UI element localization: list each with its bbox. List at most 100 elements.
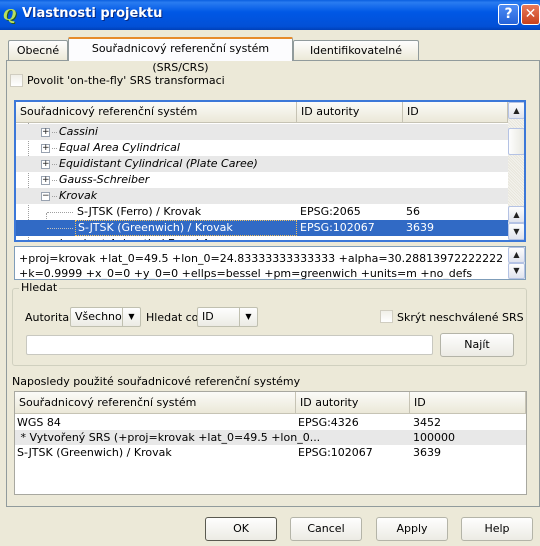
column-header-crs[interactable]: Souřadnicový referenční systém xyxy=(15,392,296,414)
row-id: 3639 xyxy=(413,446,441,459)
row-label: Cassini xyxy=(59,125,98,138)
proj-scrollbar[interactable]: ▲ ▼ xyxy=(508,247,525,279)
authority-label: Autorita xyxy=(25,311,70,324)
expand-plus-icon[interactable]: + xyxy=(42,240,50,241)
header-label: Souřadnicový referenční systém xyxy=(20,105,198,118)
expand-plus-icon[interactable]: + xyxy=(41,144,50,153)
down-arrow-icon: ▼ xyxy=(513,227,520,236)
tab-general[interactable]: Obecné xyxy=(8,40,68,60)
recent-row[interactable]: WGS 84 EPSG:4326 3452 xyxy=(15,415,526,430)
row-label: WGS 84 xyxy=(17,416,61,429)
column-header-crs[interactable]: Souřadnicový referenční systém xyxy=(16,102,297,123)
qgis-app-icon: Q xyxy=(3,6,17,24)
expand-plus-icon[interactable]: + xyxy=(41,128,50,137)
help-button[interactable]: Help xyxy=(461,517,533,541)
row-label: Equal Area Cylindrical xyxy=(59,141,180,154)
search-for-label: Hledat co xyxy=(146,311,199,324)
header-label: ID xyxy=(414,396,426,409)
row-label: Krovak xyxy=(59,189,98,202)
tree-row-sjtsk-ferro[interactable]: S-JTSK (Ferro) / Krovak EPSG:2065 56 xyxy=(16,204,508,220)
otf-checkbox[interactable] xyxy=(10,74,23,87)
tree-vertical-scrollbar[interactable]: ▲ ▲ ▼ xyxy=(508,102,524,240)
tree-branch-line xyxy=(52,148,57,149)
scroll-down-button[interactable]: ▼ xyxy=(508,263,525,279)
row-authority: EPSG:2065 xyxy=(300,205,361,218)
apply-button-label: Apply xyxy=(396,522,428,535)
up-arrow-icon: ▲ xyxy=(513,106,520,115)
expand-plus-icon[interactable]: + xyxy=(41,176,50,185)
row-label: Gauss-Schreiber xyxy=(59,173,150,186)
authority-combo[interactable]: Všechno ▼ xyxy=(70,307,141,327)
tab-crs[interactable]: Souřadnicový referenční systém (SRS/CRS) xyxy=(68,37,293,74)
chevron-down-icon: ▼ xyxy=(122,308,140,326)
cancel-button-label: Cancel xyxy=(307,522,345,535)
help-title-button[interactable]: ? xyxy=(498,4,519,25)
tree-row-krovak[interactable]: − Krovak xyxy=(16,188,508,204)
tree-branch-line xyxy=(52,132,57,133)
title-bar[interactable]: Q Vlastnosti projektu ? ✕ xyxy=(0,0,540,30)
recent-row[interactable]: * Vytvořený SRS (+proj=krovak +lat_0=49.… xyxy=(15,430,526,445)
tree-branch-line xyxy=(52,180,57,181)
search-for-combo-value: ID xyxy=(202,310,214,323)
row-authority: EPSG:102067 xyxy=(300,221,375,234)
scroll-up-button[interactable]: ▲ xyxy=(508,102,524,119)
recent-row[interactable]: S-JTSK (Greenwich) / Krovak EPSG:102067 … xyxy=(15,445,526,460)
scroll-up-button-lower[interactable]: ▲ xyxy=(508,206,524,223)
row-label: Equidistant Cylindrical (Plate Caree) xyxy=(59,157,258,170)
row-id: 3639 xyxy=(406,221,434,234)
tree-row-lambert-azimuthal[interactable]: + Lambert Azimuthal Equal Area xyxy=(16,236,508,241)
recent-crs-list[interactable]: Souřadnicový referenční systém ID autori… xyxy=(14,391,527,495)
find-button[interactable]: Najít xyxy=(440,333,514,357)
expand-plus-icon[interactable]: + xyxy=(41,160,50,169)
help-button-label: Help xyxy=(484,522,510,535)
scroll-up-button[interactable]: ▲ xyxy=(508,247,525,263)
tree-branch-line xyxy=(47,212,73,213)
proj-string: +proj=krovak +lat_0=49.5 +lon_0=24.83333… xyxy=(19,252,504,280)
header-label: ID autority xyxy=(301,105,360,118)
ok-button-label: OK xyxy=(233,522,249,535)
scroll-down-button[interactable]: ▼ xyxy=(508,223,524,240)
proj-string-textarea[interactable]: +proj=krovak +lat_0=49.5 +lon_0=24.83333… xyxy=(14,246,526,280)
row-authority: EPSG:4326 xyxy=(298,416,359,429)
column-header-authority-id[interactable]: ID autority xyxy=(296,392,410,414)
hide-deprecated-checkbox[interactable] xyxy=(380,310,393,323)
search-input[interactable] xyxy=(26,335,433,355)
crs-tree-view[interactable]: Souřadnicový referenční systém ID autori… xyxy=(14,100,526,242)
tree-row-sjtsk-greenwich-selected[interactable]: S-JTSK (Greenwich) / Krovak EPSG:102067 … xyxy=(16,220,508,236)
tree-branch-line xyxy=(52,164,57,165)
tree-row-gauss-schreiber[interactable]: + Gauss-Schreiber xyxy=(16,172,508,188)
header-label: Souřadnicový referenční systém xyxy=(19,396,197,409)
close-icon: ✕ xyxy=(524,6,537,22)
hide-deprecated-label: Skrýt neschválené SRS xyxy=(397,311,524,324)
tree-row-equal-area-cylindrical[interactable]: + Equal Area Cylindrical xyxy=(16,140,508,156)
row-label: S-JTSK (Ferro) / Krovak xyxy=(77,205,202,218)
tree-branch-line xyxy=(52,196,57,197)
search-group-title: Hledat xyxy=(19,281,60,294)
tab-identifiable-layers[interactable]: Identifikovatelné vrstvy xyxy=(293,40,419,76)
down-arrow-icon: ▼ xyxy=(513,266,520,275)
row-label: S-JTSK (Greenwich) / Krovak xyxy=(17,446,172,459)
search-for-combo[interactable]: ID ▼ xyxy=(197,307,258,327)
apply-button[interactable]: Apply xyxy=(376,517,448,541)
tree-row-equidistant-cylindrical[interactable]: + Equidistant Cylindrical (Plate Caree) xyxy=(16,156,508,172)
column-header-authority-id[interactable]: ID autority xyxy=(297,102,403,123)
row-id: 3452 xyxy=(413,416,441,429)
tree-branch-line xyxy=(47,228,73,229)
ok-button[interactable]: OK xyxy=(205,517,277,541)
tree-row-cassini[interactable]: + Cassini xyxy=(16,124,508,140)
row-id: 56 xyxy=(406,205,420,218)
collapse-minus-icon[interactable]: − xyxy=(41,192,50,201)
find-button-label: Najít xyxy=(464,338,490,351)
up-arrow-icon: ▲ xyxy=(513,210,520,219)
row-label: S-JTSK (Greenwich) / Krovak xyxy=(75,220,297,236)
row-id: 100000 xyxy=(413,431,455,444)
chevron-down-icon: ▼ xyxy=(239,308,257,326)
close-title-button[interactable]: ✕ xyxy=(521,4,540,25)
column-header-id[interactable]: ID xyxy=(410,392,526,414)
cancel-button[interactable]: Cancel xyxy=(290,517,362,541)
scroll-thumb[interactable] xyxy=(508,128,524,155)
authority-combo-value: Všechno xyxy=(75,310,122,323)
recent-crs-title: Naposledy použité souřadnicové referenčn… xyxy=(12,375,301,388)
column-header-id[interactable]: ID xyxy=(403,102,508,123)
row-label: * Vytvořený SRS (+proj=krovak +lat_0=49.… xyxy=(17,431,321,444)
